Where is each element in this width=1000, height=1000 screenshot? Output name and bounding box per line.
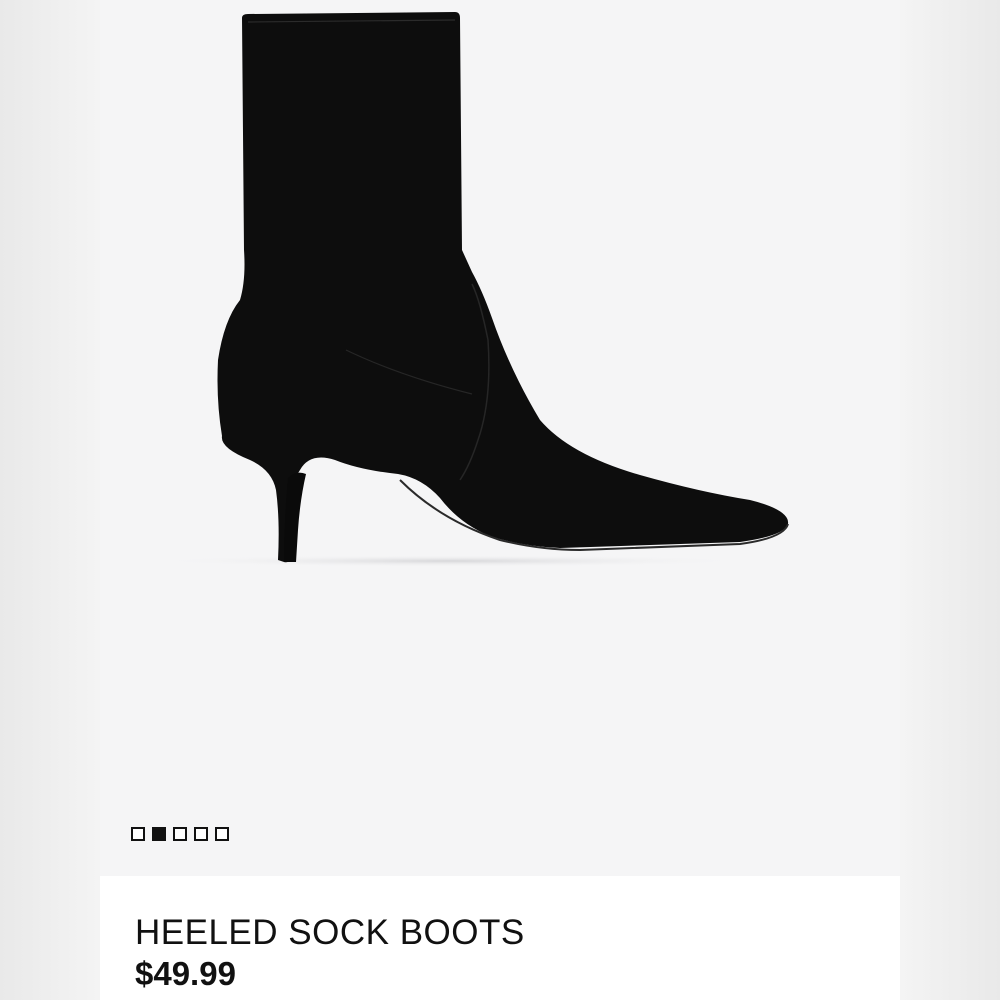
product-price: $49.99 xyxy=(135,955,236,992)
boot-heel xyxy=(284,472,306,562)
pagination-dot-2-active[interactable] xyxy=(152,827,166,841)
pagination-dot-1[interactable] xyxy=(131,827,145,841)
pagination-dot-3[interactable] xyxy=(173,827,187,841)
pagination-dot-5[interactable] xyxy=(215,827,229,841)
page: HEELED SOCK BOOTS $49.99 xyxy=(0,0,1000,1000)
image-pagination xyxy=(131,827,229,841)
product-info: HEELED SOCK BOOTS $49.99 xyxy=(100,876,900,1000)
boot-illustration xyxy=(150,12,789,567)
product-title[interactable]: HEELED SOCK BOOTS xyxy=(135,913,525,953)
boot-shadow xyxy=(150,555,750,567)
pagination-dot-4[interactable] xyxy=(194,827,208,841)
product-image[interactable] xyxy=(100,0,900,876)
product-card: HEELED SOCK BOOTS $49.99 xyxy=(100,0,900,1000)
